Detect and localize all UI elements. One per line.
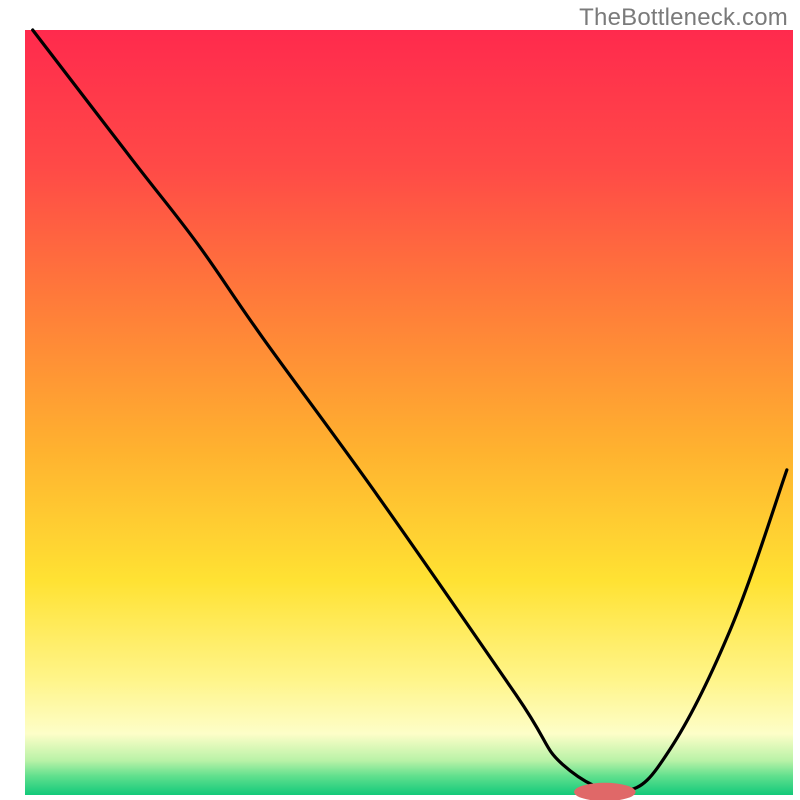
watermark-label: TheBottleneck.com bbox=[579, 4, 788, 32]
gradient-background bbox=[25, 30, 793, 795]
bottleneck-chart bbox=[0, 0, 800, 800]
chart-stage: TheBottleneck.com bbox=[0, 0, 800, 800]
